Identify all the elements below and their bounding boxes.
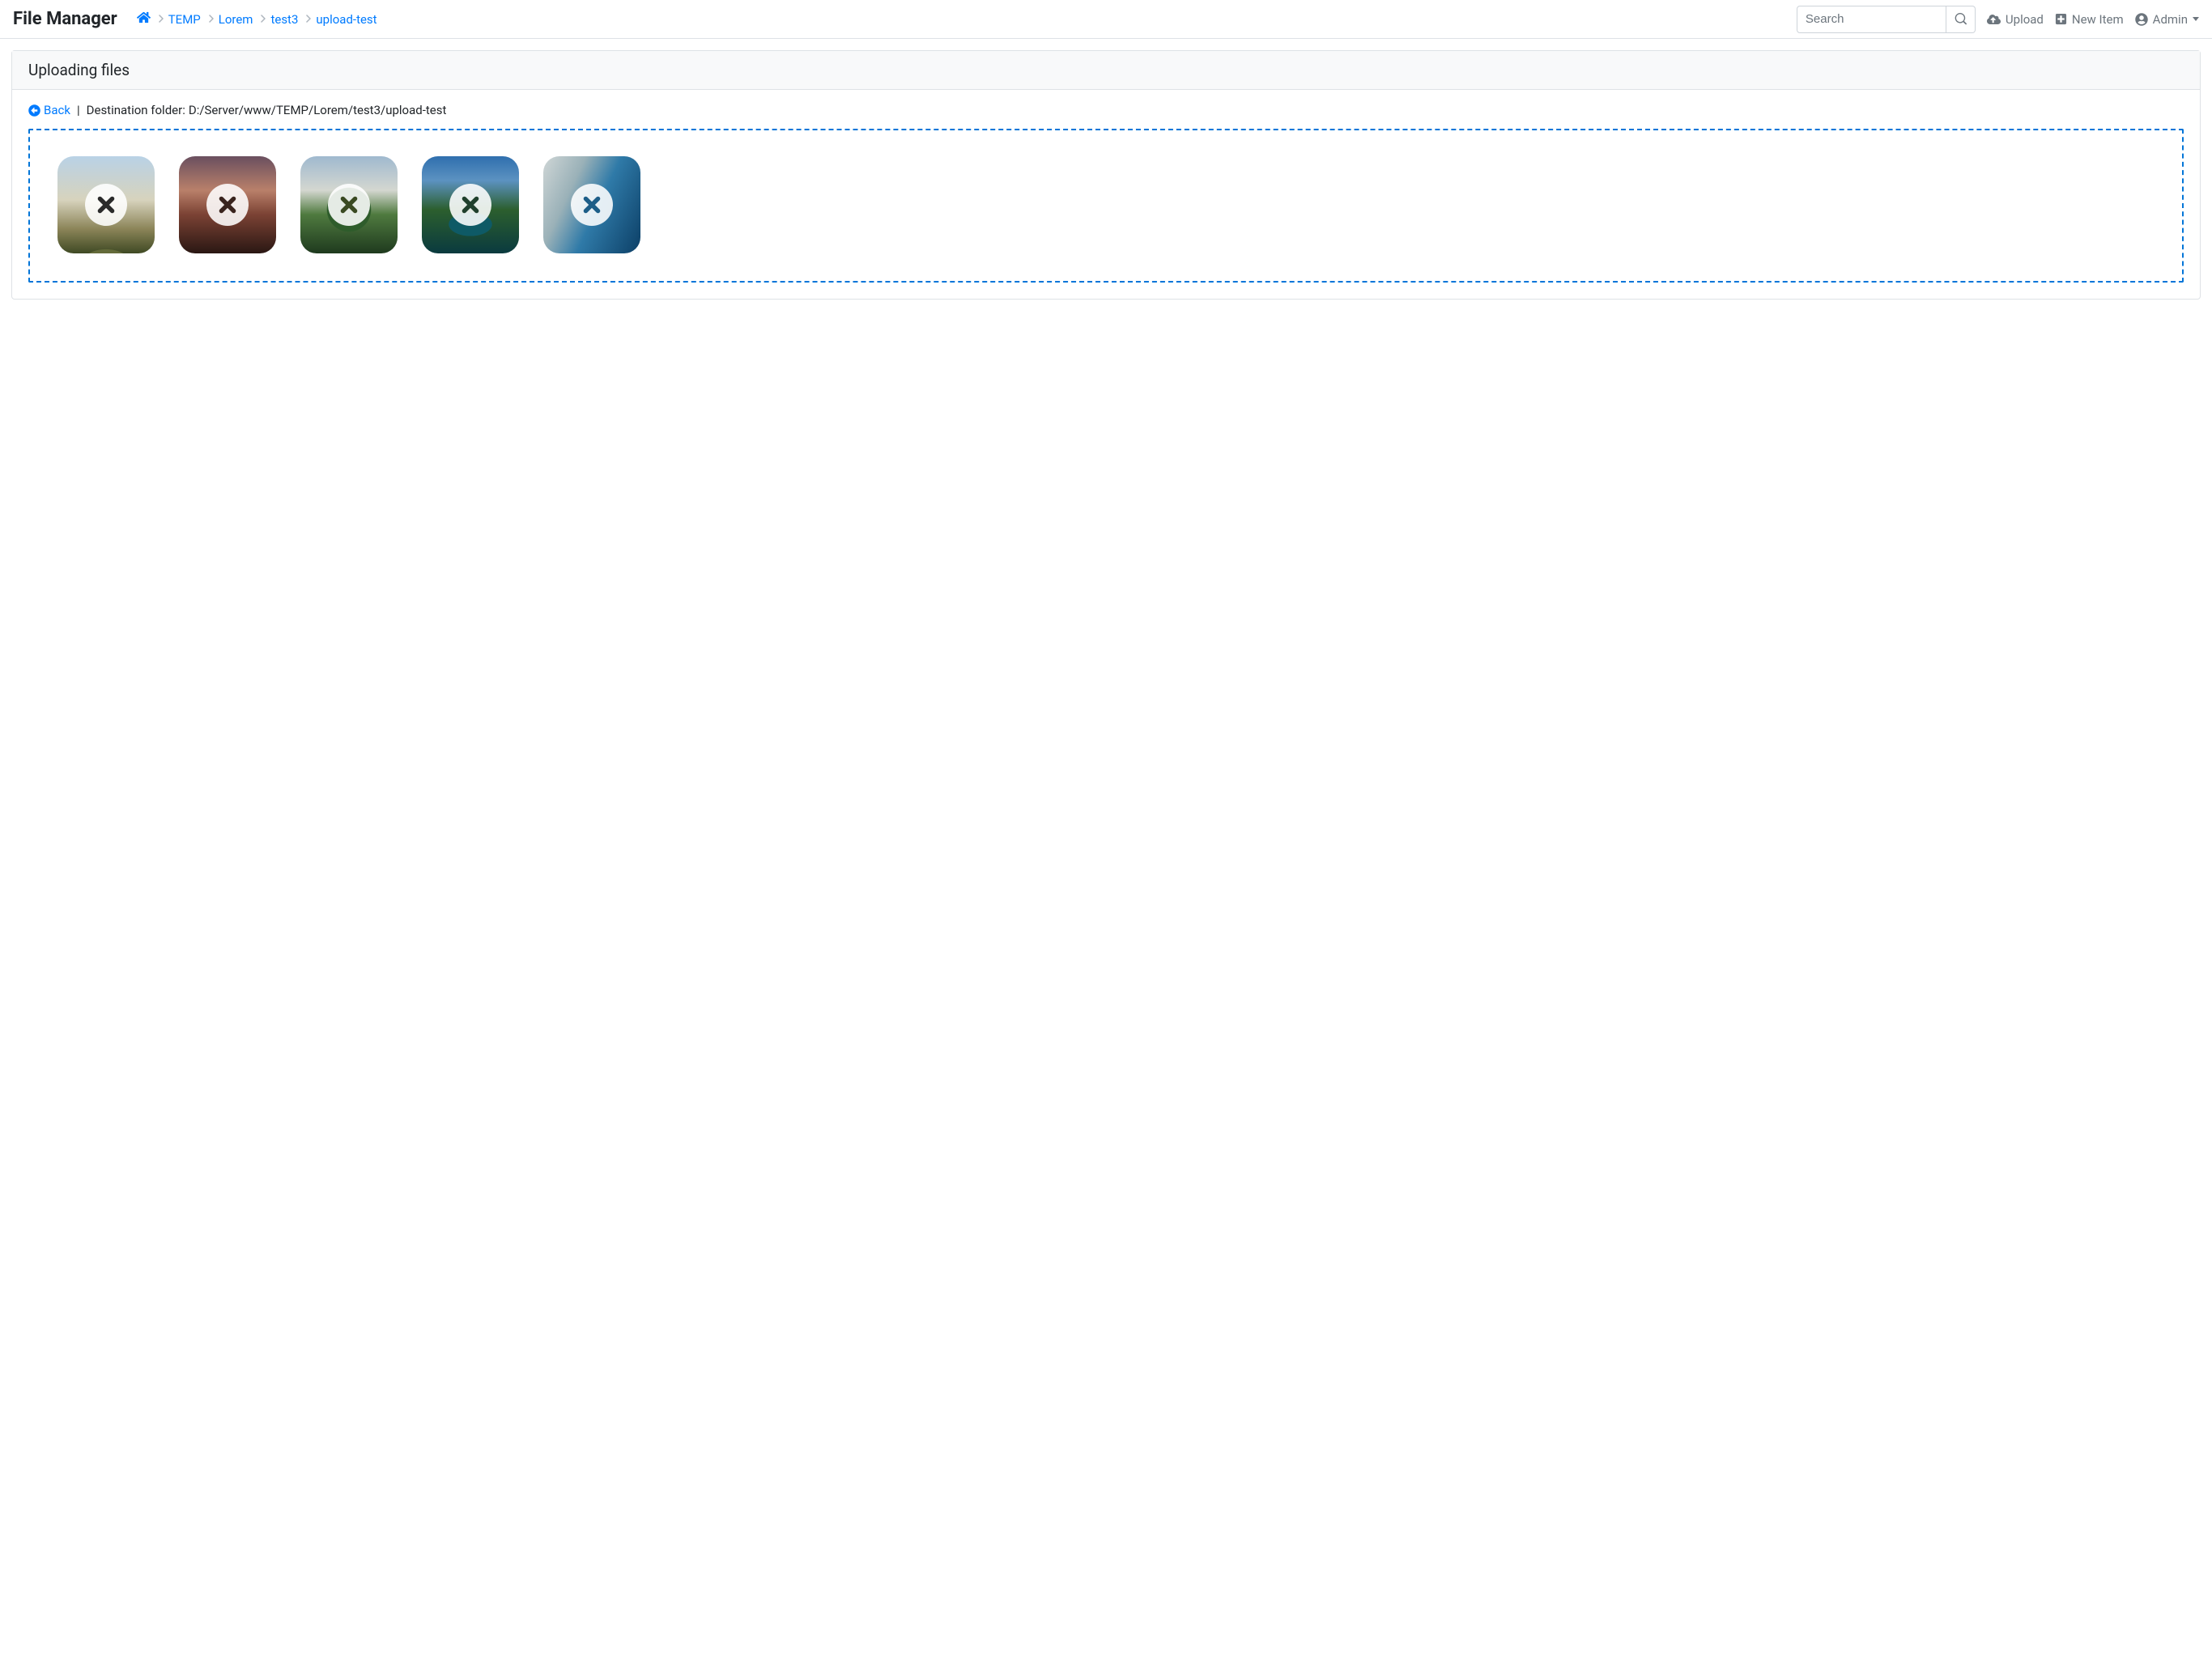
upload-thumb [300, 156, 398, 253]
chevron-right-icon [261, 14, 266, 25]
user-circle-icon [2135, 13, 2148, 26]
admin-label: Admin [2153, 12, 2188, 27]
close-icon [217, 194, 238, 215]
upload-card: Uploading files Back | Destination folde… [11, 50, 2201, 300]
chevron-right-icon [306, 14, 311, 25]
upload-thumb [543, 156, 640, 253]
search-input[interactable] [1797, 6, 1946, 33]
navbar: File Manager TEMP Lorem [0, 0, 2212, 39]
admin-menu[interactable]: Admin [2135, 12, 2199, 27]
remove-upload-button[interactable] [206, 184, 249, 226]
remove-upload-button[interactable] [571, 184, 613, 226]
destination-label: Destination folder: [87, 103, 185, 117]
arrow-circle-left-icon [28, 104, 40, 117]
cloud-upload-icon [1987, 14, 2001, 25]
upload-thumb [422, 156, 519, 253]
search-icon [1955, 13, 1967, 25]
close-icon [581, 194, 602, 215]
dropzone[interactable] [28, 129, 2184, 283]
breadcrumb-item-temp[interactable]: TEMP [168, 12, 201, 27]
upload-thumb [179, 156, 276, 253]
plus-square-icon [2055, 13, 2067, 25]
navbar-right: Upload New Item Admin [1797, 6, 2199, 33]
search-group [1797, 6, 1976, 33]
destination-path: D:/Server/www/TEMP/Lorem/test3/upload-te… [189, 103, 447, 117]
chevron-right-icon [209, 14, 214, 25]
remove-upload-button[interactable] [328, 184, 370, 226]
back-link[interactable]: Back [28, 103, 70, 117]
app-title[interactable]: File Manager [13, 9, 117, 29]
upload-thumb [57, 156, 155, 253]
caret-down-icon [2193, 17, 2199, 21]
main: Uploading files Back | Destination folde… [0, 39, 2212, 311]
breadcrumb-item-lorem[interactable]: Lorem [219, 12, 253, 27]
chevron-right-icon [159, 14, 164, 25]
close-icon [338, 194, 359, 215]
new-item-button[interactable]: New Item [2055, 12, 2124, 27]
home-icon [137, 11, 151, 24]
remove-upload-button[interactable] [449, 184, 491, 226]
remove-upload-button[interactable] [85, 184, 127, 226]
upload-label: Upload [2006, 12, 2044, 27]
breadcrumb-home[interactable] [137, 11, 151, 28]
separator: | [77, 103, 80, 117]
back-label: Back [44, 103, 70, 117]
breadcrumb: TEMP Lorem test3 upload-test [137, 11, 1797, 28]
upload-button[interactable]: Upload [1987, 12, 2044, 27]
info-line: Back | Destination folder: D:/Server/www… [28, 103, 2184, 117]
breadcrumb-item-test3[interactable]: test3 [270, 12, 298, 27]
card-title: Uploading files [12, 51, 2200, 90]
close-icon [96, 194, 117, 215]
close-icon [460, 194, 481, 215]
breadcrumb-item-upload-test[interactable]: upload-test [316, 12, 376, 27]
search-button[interactable] [1946, 6, 1976, 33]
card-body: Back | Destination folder: D:/Server/www… [12, 90, 2200, 299]
new-item-label: New Item [2072, 12, 2124, 27]
